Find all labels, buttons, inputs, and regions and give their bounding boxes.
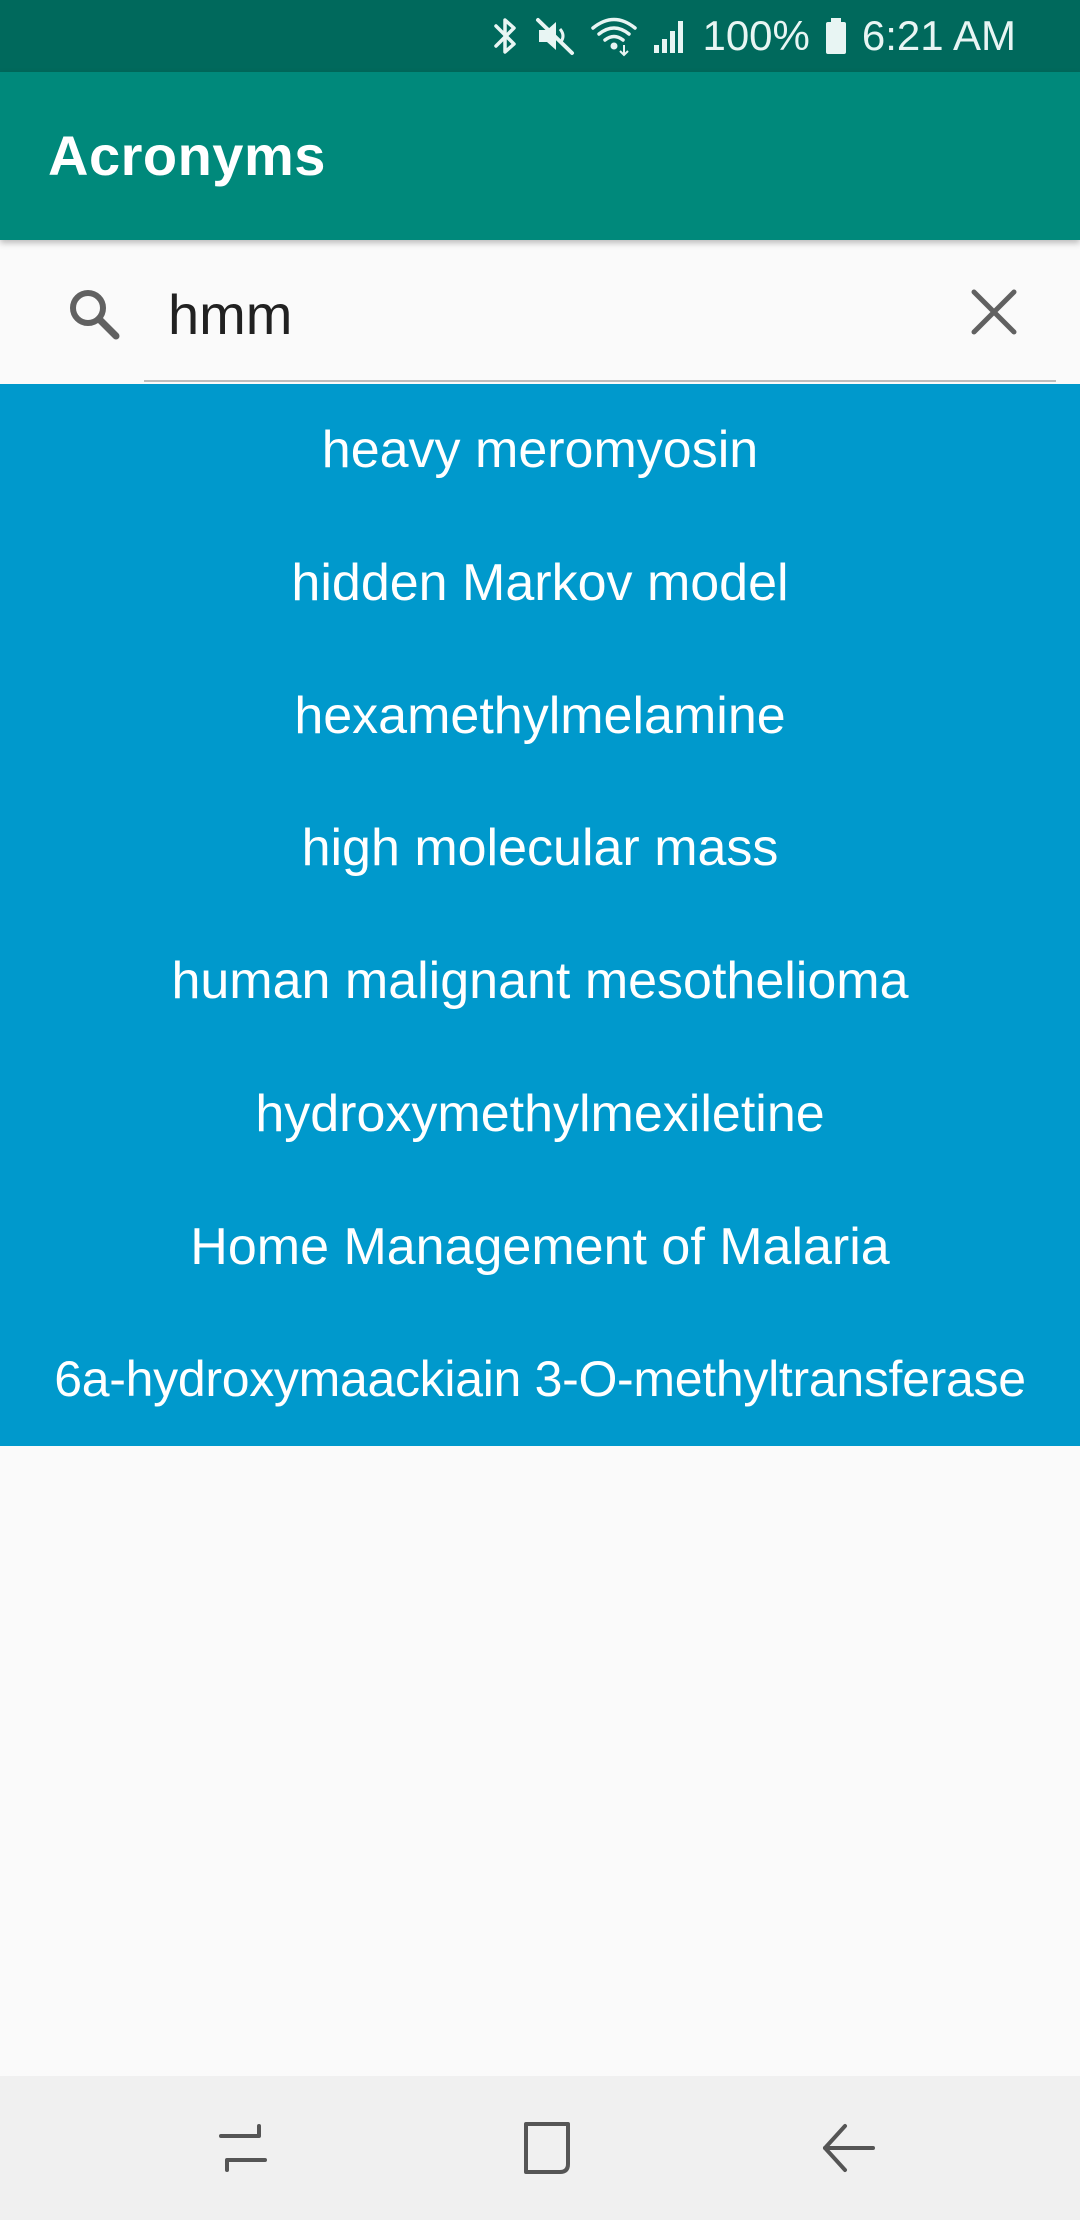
home-icon[interactable] (512, 2114, 580, 2182)
back-icon[interactable] (815, 2114, 883, 2182)
bluetooth-icon (490, 0, 520, 72)
status-icons: 100% 6:21 AM (490, 0, 1016, 72)
recents-icon[interactable] (209, 2114, 277, 2182)
mute-icon (534, 0, 576, 72)
results-list: heavy meromyosin hidden Markov model hex… (0, 384, 1080, 1446)
signal-icon (652, 0, 688, 72)
list-item[interactable]: heavy meromyosin (0, 384, 1080, 517)
close-icon[interactable] (964, 282, 1024, 342)
status-bar: 100% 6:21 AM (0, 0, 1080, 72)
app-bar: Acronyms (0, 72, 1080, 240)
wifi-icon (590, 0, 638, 72)
search-input[interactable] (144, 274, 944, 354)
list-item[interactable]: Home Management of Malaria (0, 1181, 1080, 1314)
battery-icon (824, 0, 848, 72)
list-item[interactable]: high molecular mass (0, 782, 1080, 915)
battery-percent: 100% (702, 12, 810, 59)
status-time: 6:21 AM (861, 12, 1016, 59)
list-item[interactable]: hydroxymethylmexiletine (0, 1048, 1080, 1181)
search-bar (0, 240, 1080, 384)
list-item[interactable]: 6a-hydroxymaackiain 3-O-methyltransferas… (0, 1313, 1080, 1446)
screen: 100% 6:21 AM Acronyms hmm heavy meromyos… (0, 0, 1080, 2220)
app-title: Acronyms (48, 124, 326, 187)
list-item[interactable]: hidden Markov model (0, 517, 1080, 650)
list-item[interactable]: human malignant mesothelioma (0, 915, 1080, 1048)
search-underline (144, 380, 1056, 382)
navigation-bar (0, 2076, 1080, 2220)
list-item[interactable]: hexamethylmelamine (0, 650, 1080, 783)
search-icon (64, 284, 124, 344)
